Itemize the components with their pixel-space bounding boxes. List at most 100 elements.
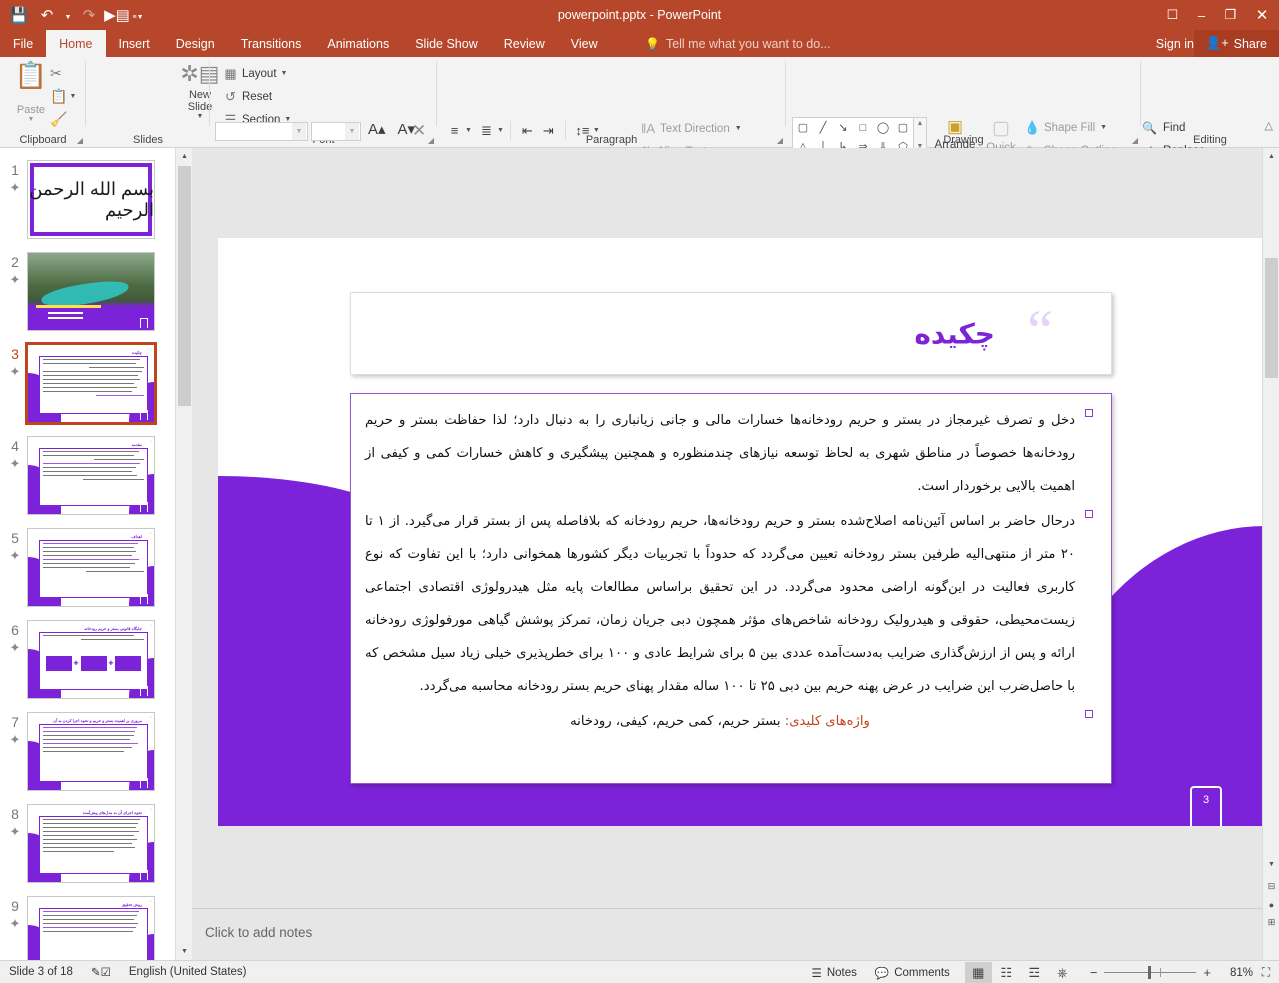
font-name-dropdown-icon[interactable]: ▼ (292, 123, 306, 140)
redo-icon[interactable]: ↷ (76, 2, 102, 28)
thumbnail-image[interactable]: “ چکیده (25, 342, 157, 425)
previous-slide-icon[interactable]: ⊟ (1263, 878, 1279, 895)
text-direction-button[interactable]: ‖AText Direction▼ (641, 118, 772, 139)
copy-button[interactable]: 📋▼ (50, 87, 76, 105)
zoom-knob[interactable] (1148, 966, 1151, 979)
zoom-in-icon[interactable]: + (1203, 965, 1211, 980)
format-painter-button[interactable]: 🧹 (50, 110, 76, 128)
clipboard-dialog-launcher[interactable]: ◢ (77, 136, 83, 145)
thumbnail-image[interactable]: بسم الله الرحمن الرحیم (27, 160, 155, 239)
notes-button[interactable]: ☰ Notes (803, 961, 866, 983)
start-presentation-icon[interactable]: ▶▤ (104, 2, 130, 28)
zoom-out-icon[interactable]: − (1090, 965, 1098, 980)
tab-review[interactable]: Review (491, 30, 558, 57)
thumbnails-scrollbar[interactable]: ▲ ▼ (175, 148, 192, 960)
fit-slide-icon[interactable]: ⛶ (1253, 962, 1279, 983)
text-box-icon[interactable]: ▢ (798, 121, 808, 134)
tab-transitions[interactable]: Transitions (228, 30, 315, 57)
increase-font-size-button[interactable]: A▴ (363, 120, 391, 138)
thumbnail-image[interactable]: “ مقدمه (27, 436, 155, 515)
copy-dropdown-icon[interactable]: ▼ (69, 93, 76, 100)
tab-design[interactable]: Design (163, 30, 228, 57)
rounded-rectangle-icon[interactable]: ▢ (898, 121, 908, 134)
tab-insert[interactable]: Insert (106, 30, 163, 57)
bullet-item-2[interactable]: درحال حاضر بر اساس آئین‌نامه اصلاح‌شده ب… (365, 505, 1095, 703)
zoom-track[interactable] (1104, 972, 1196, 973)
bullet-item-1[interactable]: دخل و تصرف غیرمجاز در بستر و حریم رودخان… (365, 404, 1095, 503)
numbering-dropdown-icon[interactable]: ▼ (497, 127, 504, 134)
slide-indicator-icon[interactable]: ● (1263, 896, 1279, 913)
clear-formatting-icon[interactable]: ✕️ (412, 121, 426, 141)
next-slide-icon[interactable]: ⊞ (1263, 914, 1279, 931)
thumbnail-image[interactable]: “ نحوه اجرای آن به مدل‌های پیش‌آمده (27, 804, 155, 883)
bullet-item-3[interactable]: واژه‌های کلیدی: بستر حریم، کمی حریم، کیف… (365, 705, 1095, 738)
font-size-input[interactable]: ▼ (311, 122, 361, 141)
line-icon[interactable]: ╱ (820, 121, 827, 134)
slide-thumbnail-6[interactable]: 6 ✦ “ جایگاه قانونی بستر و حریم رودخانه (0, 616, 175, 708)
slide-thumbnail-7[interactable]: 7 ✦ “ مروری بر اهمیت بستر و حریم و نحوه … (0, 708, 175, 800)
zoom-percent[interactable]: 81% (1219, 967, 1253, 979)
thumbnail-image[interactable]: “ اهداف (27, 528, 155, 607)
share-button[interactable]: 👤+ Share (1194, 30, 1279, 57)
font-name-input[interactable]: ▼ (215, 122, 308, 141)
slide-thumbnail-1[interactable]: 1 ✦ بسم الله الرحمن الرحیم (0, 156, 175, 248)
close-icon[interactable]: ✕ (1245, 0, 1279, 30)
shapes-scroll-up-icon[interactable]: ▲ (917, 120, 924, 127)
tab-file[interactable]: File (0, 30, 46, 57)
sign-in-button[interactable]: Sign in (1156, 30, 1194, 57)
slide-thumbnail-2[interactable]: 2 ✦ (0, 248, 175, 340)
tab-home[interactable]: Home (46, 30, 105, 57)
slide-show-icon[interactable]: ⎈ (1049, 962, 1076, 983)
tab-slide-show[interactable]: Slide Show (402, 30, 491, 57)
find-button[interactable]: 🔍Find (1142, 117, 1218, 138)
thumbnail-image[interactable]: “ روش تحقیق (27, 896, 155, 960)
shape-fill-button[interactable]: 💧Shape Fill▼ (1024, 117, 1129, 138)
tell-me-box[interactable]: 💡 Tell me what you want to do... (645, 30, 831, 57)
oval-icon[interactable]: ◯ (877, 121, 889, 134)
thumbnails-scroll-thumb[interactable] (178, 166, 191, 406)
thumbnail-image[interactable] (27, 252, 155, 331)
comments-button[interactable]: 💬 Comments (866, 961, 959, 983)
paste-button[interactable]: 📋 Paste ▼ (8, 62, 54, 123)
notes-pane[interactable]: Click to add notes (192, 908, 1262, 960)
rectangle-icon[interactable]: □ (860, 122, 867, 134)
proofing-icon[interactable]: ✎☑ (82, 961, 120, 983)
thumbnail-image[interactable]: “ مروری بر اهمیت بستر و حریم و نحوه اجرا… (27, 712, 155, 791)
undo-icon[interactable]: ↶ (34, 2, 60, 28)
thumbnail-image[interactable]: “ جایگاه قانونی بستر و حریم رودخانه ✚ ✚ (27, 620, 155, 699)
slide-thumbnail-4[interactable]: 4 ✦ “ مقدمه (0, 432, 175, 524)
language-indicator[interactable]: English (United States) (120, 961, 256, 983)
slide-area-scrollbar[interactable]: ▲ ▼ ⊟ ● ⊞ (1262, 148, 1279, 960)
slide-thumbnail-3[interactable]: 3 ✦ “ چکیده (0, 340, 175, 432)
font-size-dropdown-icon[interactable]: ▼ (345, 123, 359, 140)
slide-thumbnail-5[interactable]: 5 ✦ “ اهداف (0, 524, 175, 616)
slide-thumbnails-pane[interactable]: 1 ✦ بسم الله الرحمن الرحیم 2 ✦ (0, 148, 175, 960)
slide-editing-area[interactable]: “ چکیده دخل و تصرف غیرمجاز در بستر و حری… (192, 148, 1262, 908)
font-dialog-launcher[interactable]: ◢ (428, 136, 434, 145)
tab-view[interactable]: View (558, 30, 611, 57)
paragraph-dialog-launcher[interactable]: ◢ (777, 136, 783, 145)
slide-counter[interactable]: Slide 3 of 18 (0, 961, 82, 983)
restore-icon[interactable]: ❐ (1216, 0, 1245, 30)
collapse-ribbon-icon[interactable]: △ (1265, 119, 1273, 132)
ribbon-display-options-icon[interactable]: ☐ (1158, 0, 1187, 30)
thumbnails-scroll-up-icon[interactable]: ▲ (176, 148, 193, 165)
paste-dropdown-icon[interactable]: ▼ (8, 116, 54, 123)
thumbnails-scroll-down-icon[interactable]: ▼ (176, 943, 193, 960)
numbering-button[interactable]: ≣ (476, 120, 497, 141)
undo-dropdown-icon[interactable]: ▼ (62, 2, 74, 28)
scroll-down-icon[interactable]: ▼ (1263, 856, 1279, 873)
scroll-up-icon[interactable]: ▲ (1263, 148, 1279, 165)
slide-body-placeholder[interactable]: دخل و تصرف غیرمجاز در بستر و حریم رودخان… (350, 393, 1112, 784)
increase-indent-button[interactable]: ⇥ (538, 120, 559, 141)
minimize-icon[interactable]: – (1187, 0, 1216, 30)
bullets-button[interactable]: ≡ (444, 120, 465, 141)
slide-thumbnail-9[interactable]: 9 ✦ “ روش تحقیق (0, 892, 175, 960)
drawing-dialog-launcher[interactable]: ◢ (1132, 136, 1138, 145)
save-icon[interactable]: 💾 (6, 2, 32, 28)
shape-fill-dropdown-icon[interactable]: ▼ (1100, 124, 1107, 131)
line-spacing-dropdown-icon[interactable]: ▼ (593, 127, 600, 134)
slide-title-placeholder[interactable]: “ چکیده (350, 292, 1112, 375)
bullets-dropdown-icon[interactable]: ▼ (465, 127, 472, 134)
cut-button[interactable]: ✂ (50, 64, 76, 82)
